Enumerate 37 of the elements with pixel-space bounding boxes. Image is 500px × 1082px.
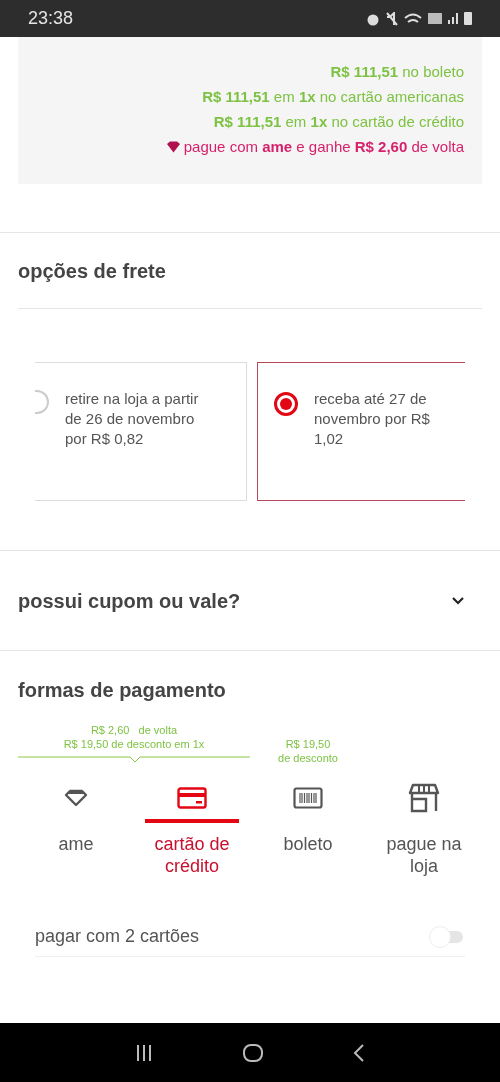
back-icon[interactable] [352,1042,366,1063]
payment-tab[interactable]: cartão de crédito [134,777,250,877]
section-title: opções de frete [18,258,166,284]
shipping-option-card[interactable]: receba até 27 de novembro por R$ 1,02 [257,362,465,501]
shipping-option-text: retire na loja a partir de 26 de novembro por R$ 0,82 [65,389,200,449]
wifi-icon [404,12,422,25]
lte-icon [428,13,442,24]
promo-text: R$ 19,50 [285,737,331,751]
payment-tab[interactable]: ame [18,777,134,877]
signal-icon [448,13,458,24]
diamond-icon [64,789,88,807]
mute-icon [386,11,398,26]
diamond-icon [165,141,181,153]
shipping-option-card[interactable]: retire na loja a partir de 26 de novembro por R$ 0,82 [35,362,247,501]
barcode-icon [293,787,323,809]
price-line: R$ 111,51 no boleto [330,62,464,82]
credit-card-icon [177,787,207,809]
clock-time: 23:38 [28,7,74,30]
section-title: formas de pagamento [18,678,227,703]
price-line: R$ 111,51 em 1x no cartão americanas [202,87,464,107]
cashback-line: pague com ame e ganhe R$ 2,60 de volta [183,137,464,157]
promo-text: de desconto [278,751,338,765]
promo-text: R$ 2,60 de volta [90,723,178,737]
radio-button[interactable] [274,392,298,416]
section-title[interactable]: possui cupom ou vale? [18,585,241,616]
chevron-down-icon[interactable] [451,596,465,605]
price-line: R$ 111,51 em 1x no cartão de crédito [213,112,464,132]
promo-text: R$ 19,50 de desconto em 1x [63,737,205,751]
recent-apps-icon[interactable] [134,1042,154,1063]
home-icon[interactable] [242,1042,264,1063]
toggle-switch[interactable] [429,925,463,948]
storefront-icon [408,783,440,813]
payment-tab[interactable]: boleto [250,777,366,877]
battery-icon [464,12,472,25]
payment-tab[interactable]: pague na loja [366,777,482,877]
toggle-label: pagar com 2 cartões [35,925,200,948]
shipping-option-text: receba até 27 de novembro por R$ 1,02 [314,389,431,449]
